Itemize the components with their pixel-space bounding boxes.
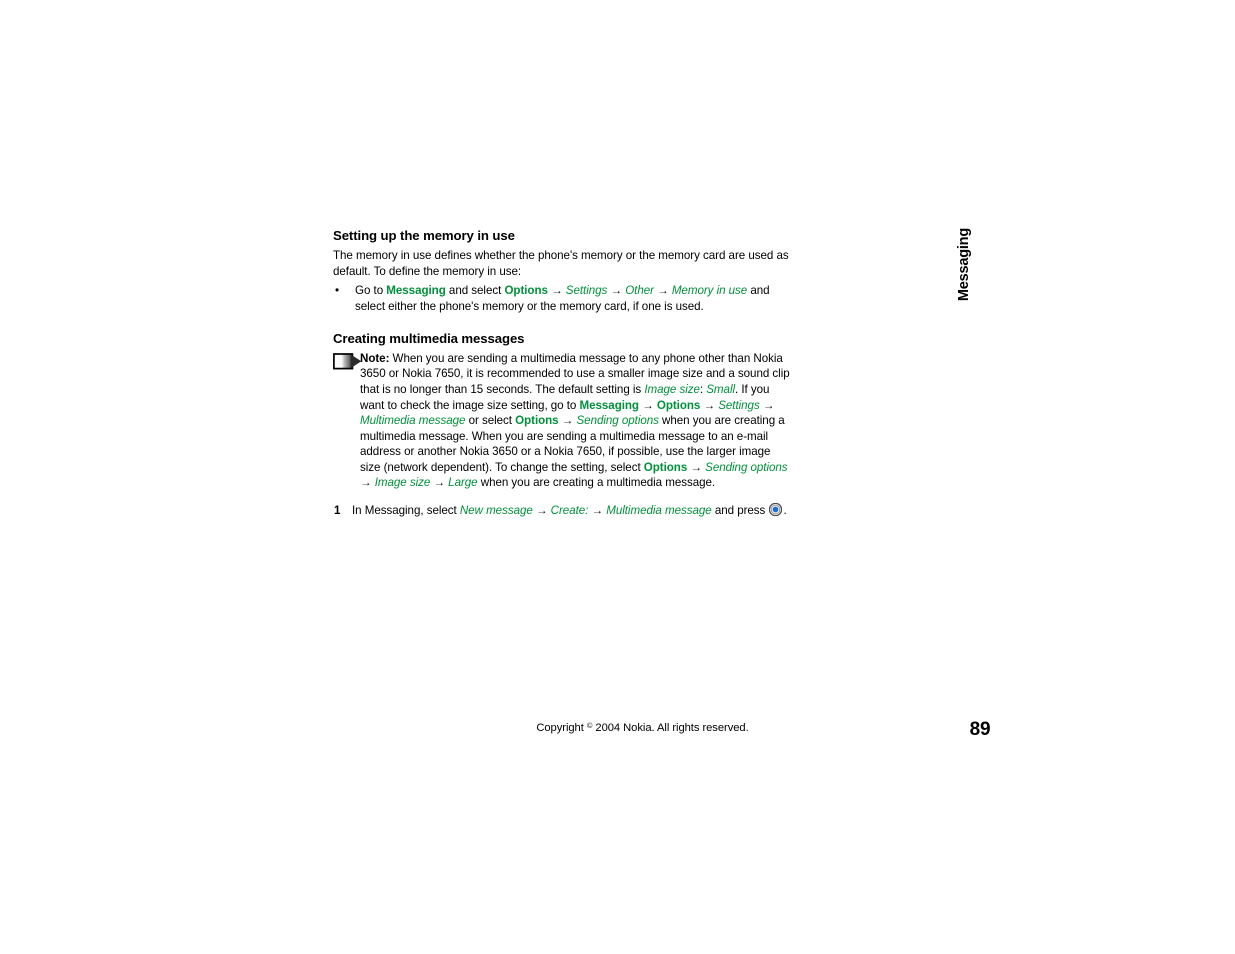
arrow-separator: → xyxy=(360,476,375,490)
chapter-side-tab-label: Messaging xyxy=(956,228,972,302)
ui-term-italic: Settings xyxy=(565,284,608,298)
ui-term-italic: Image size xyxy=(644,382,700,396)
text-run: . xyxy=(783,504,787,518)
note-body: When you are sending a multimedia messag… xyxy=(360,352,790,490)
text-run: Go to xyxy=(355,284,387,298)
ui-term-italic: Multimedia message xyxy=(360,414,466,428)
ui-term-bold: Messaging xyxy=(386,284,446,298)
chapter-side-tab: Messaging xyxy=(956,228,981,348)
text-run: and press xyxy=(711,504,769,518)
note-arrow-icon xyxy=(333,352,362,370)
paragraph-memory-intro: The memory in use defines whether the ph… xyxy=(333,249,789,278)
text-run: when you are creating a multimedia messa… xyxy=(477,476,716,490)
ui-term-italic: Memory in use xyxy=(671,284,748,298)
page-content-column: Setting up the memory in use The memory … xyxy=(333,228,791,519)
note-text: Note: When you are sending a multimedia … xyxy=(360,351,791,491)
arrow-separator: → xyxy=(759,398,775,412)
arrow-separator: → xyxy=(430,476,449,490)
text-run: In Messaging, select xyxy=(352,504,460,518)
ui-term-bold: Options xyxy=(656,398,701,412)
ui-term-italic: Sending options xyxy=(576,414,659,428)
ui-term-italic: Settings xyxy=(718,398,760,412)
arrow-separator: → xyxy=(558,414,577,428)
arrow-separator: → xyxy=(700,398,719,412)
arrow-separator: → xyxy=(532,504,551,518)
memory-bullet-list: • Go to Messaging and select Options → S… xyxy=(333,283,791,314)
arrow-separator: → xyxy=(588,504,607,518)
ui-term-bold: Options xyxy=(504,284,548,298)
list-item: • Go to Messaging and select Options → S… xyxy=(333,283,791,314)
ui-term-bold: Options xyxy=(515,414,559,428)
ui-term-italic: New message xyxy=(459,504,533,518)
ui-term-italic: Create: xyxy=(550,504,589,518)
arrow-separator: → xyxy=(607,284,626,298)
manual-page: Setting up the memory in use The memory … xyxy=(0,0,1235,954)
copyright-suffix: 2004 Nokia. All rights reserved. xyxy=(592,722,749,734)
note-label: Note: xyxy=(360,351,390,365)
ui-term-italic: Large xyxy=(448,476,478,490)
arrow-separator: → xyxy=(547,284,566,298)
list-item: 1 In Messaging, select New message → Cre… xyxy=(333,502,791,519)
arrow-separator: → xyxy=(638,398,657,412)
ui-term-bold: Options xyxy=(643,460,688,474)
heading-setting-up-memory: Setting up the memory in use xyxy=(333,228,515,243)
text-run: or select xyxy=(465,414,516,428)
step-number: 1 xyxy=(334,504,341,518)
copyright-prefix: Copyright xyxy=(536,722,587,734)
bullet-marker: • xyxy=(335,284,340,298)
page-number: 89 xyxy=(969,719,991,740)
step-list: 1 In Messaging, select New message → Cre… xyxy=(333,502,791,519)
ui-term-italic: Small xyxy=(706,382,735,396)
ui-term-italic: Image size xyxy=(374,476,431,490)
ui-term-bold: Messaging xyxy=(579,398,640,412)
ui-term-italic: Other xyxy=(625,284,654,298)
step-text: In Messaging, select New message → Creat… xyxy=(352,502,787,518)
ui-term-italic: Sending options xyxy=(705,460,788,474)
scroll-key-icon xyxy=(769,502,783,517)
arrow-separator: → xyxy=(653,284,672,298)
note-block: Note: When you are sending a multimedia … xyxy=(333,351,791,491)
footer-copyright: Copyright © 2004 Nokia. All rights reser… xyxy=(0,721,1235,734)
heading-creating-multimedia-messages: Creating multimedia messages xyxy=(333,330,525,346)
arrow-separator: → xyxy=(687,460,706,474)
text-run: and select xyxy=(445,284,505,298)
ui-term-italic: Multimedia message xyxy=(606,504,712,518)
bullet-text: Go to Messaging and select Options → Set… xyxy=(355,284,770,313)
